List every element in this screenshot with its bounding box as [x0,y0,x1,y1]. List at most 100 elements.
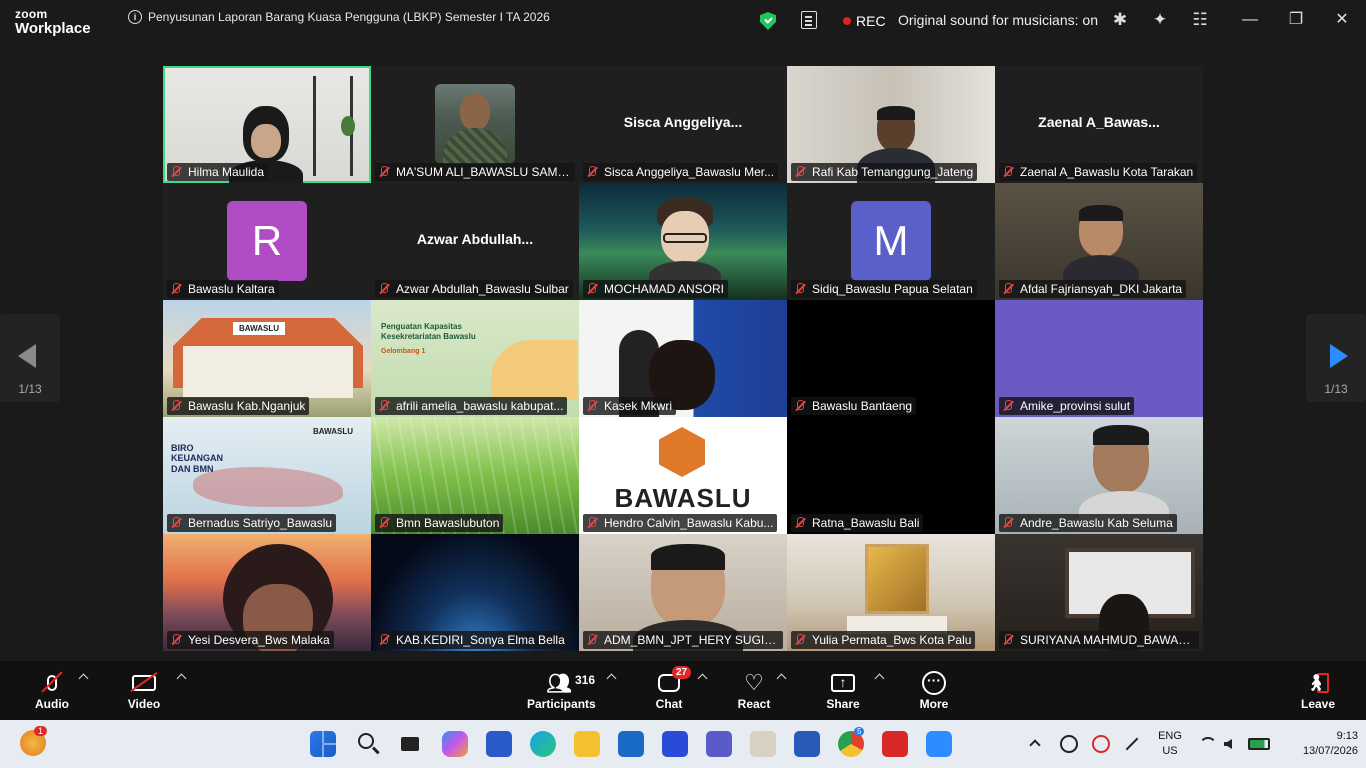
video-tile[interactable]: Amike_provinsi sulut [995,300,1203,417]
video-tile[interactable]: MA'SUM ALI_BAWASLU SAMP... [371,66,579,183]
previous-page-button[interactable]: 1/13 [0,314,60,402]
apps-grid-icon[interactable]: ☷ [1190,10,1210,30]
heart-icon: ♡ [744,670,764,695]
copilot-icon[interactable] [442,731,468,757]
chevron-up-icon[interactable] [1028,736,1044,762]
react-button[interactable]: ♡ React [736,669,772,711]
chevron-right-icon [1330,344,1348,368]
react-label: React [737,697,771,711]
video-tile[interactable]: ADM_BMN_JPT_HERY SUGIAR... [579,534,787,651]
battery-icon[interactable] [1248,738,1270,750]
video-tile[interactable]: Hilma Maulida [163,66,371,183]
video-tile[interactable]: BAWASLU Hendro Calvin_Bawaslu Kabu... [579,417,787,534]
share-button[interactable]: ↑ Share [826,669,860,711]
magic-wand-icon[interactable]: ✱ [1110,10,1130,30]
video-tile[interactable]: Andre_Bawaslu Kab Seluma [995,417,1203,534]
page-indicator-right: 1/13 [1324,382,1348,396]
video-tile[interactable]: Zaenal A_Bawas... Zaenal A_Bawaslu Kota … [995,66,1203,183]
pen-icon[interactable] [1122,735,1142,753]
word-icon[interactable] [794,731,820,757]
video-tile[interactable]: SURIYANA MAHMUD_BAWASL... [995,534,1203,651]
video-tile[interactable]: Yulia Permata_Bws Kota Palu [787,534,995,651]
participant-label: Bawaslu Kab.Nganjuk [167,397,310,415]
mic-muted-icon [1001,516,1015,530]
restore-icon[interactable]: ❐ [1286,10,1306,30]
captions-icon[interactable] [801,11,817,29]
chrome-icon[interactable]: 5 [838,727,865,757]
mic-muted-icon [1001,633,1015,647]
participant-label: Hendro Calvin_Bawaslu Kabu... [583,514,778,532]
search-icon[interactable] [355,731,381,757]
video-button[interactable]: Video [124,669,164,711]
minimize-icon[interactable]: — [1240,10,1260,30]
outlook-icon[interactable] [618,731,644,757]
video-options-chevron-icon[interactable] [176,673,187,684]
participant-label: Amike_provinsi sulut [999,397,1135,415]
video-tile[interactable]: Bawaslu Bantaeng [787,300,995,417]
participant-label: MA'SUM ALI_BAWASLU SAMP... [375,163,575,181]
building-sign: BAWASLU [233,322,285,335]
gallery-grid: Hilma Maulida MA'SUM ALI_BAWASLU SAMP...… [163,66,1203,651]
app-icon[interactable] [662,731,688,757]
clock[interactable]: 9:13 13/07/2026 [1298,730,1358,757]
video-tile[interactable]: M Sidiq_Bawaslu Papua Selatan [787,183,995,300]
more-icon: ··· [918,669,950,697]
participant-label: Bawaslu Bantaeng [791,397,917,415]
sparkle-icon[interactable]: ✦ [1150,10,1170,30]
audio-options-chevron-icon[interactable] [78,673,89,684]
video-tile[interactable]: Afdal Fajriansyah_DKI Jakarta [995,183,1203,300]
leave-button[interactable]: 🚶︎ Leave [1300,669,1336,711]
video-tile[interactable]: Sisca Anggeliya... Sisca Anggeliya_Bawas… [579,66,787,183]
video-tile[interactable]: Penguatan Kapasitas Kesekretariatan Bawa… [371,300,579,417]
participant-label: Bawaslu Kaltara [167,280,279,298]
participant-label: Kasek Mkwri [583,397,677,415]
file-explorer-icon[interactable] [574,731,600,757]
recording-indicator[interactable]: REC [843,13,886,29]
meeting-info[interactable]: i Penyusunan Laporan Barang Kuasa Penggu… [128,10,550,24]
video-tile[interactable]: BIRO KEUANGAN DAN BMN BAWASLU Bernadus S… [163,417,371,534]
participants-button[interactable]: 👥︎ 316 Participants [527,669,596,712]
video-tile[interactable]: R Bawaslu Kaltara [163,183,371,300]
info-icon[interactable]: i [128,10,142,24]
mic-muted-icon [1001,282,1015,296]
video-tile[interactable]: Rafi Kab Temanggung_Jateng [787,66,995,183]
video-tile[interactable]: BAWASLU Bawaslu Kab.Nganjuk [163,300,371,417]
participant-label: KAB.KEDIRI_Sonya Elma Bella [375,631,569,649]
video-tile[interactable]: Kasek Mkwri [579,300,787,417]
video-tile[interactable]: Yesi Desvera_Bws Malaka [163,534,371,651]
react-options-chevron-icon[interactable] [776,673,787,684]
mic-muted-icon [585,516,599,530]
zoom-icon[interactable] [926,731,952,757]
chat-options-chevron-icon[interactable] [697,673,708,684]
acrobat-icon[interactable] [882,731,908,757]
app-icon-2[interactable] [750,731,776,757]
update-icon[interactable] [1092,735,1110,753]
mic-muted-icon [377,165,391,179]
video-tile[interactable]: Ratna_Bawaslu Bali [787,417,995,534]
teams-icon[interactable] [706,731,732,757]
zoom-logo: zoom Workplace [15,8,91,36]
video-tile[interactable]: Azwar Abdullah... Azwar Abdullah_Bawaslu… [371,183,579,300]
store-icon[interactable] [486,731,512,757]
close-icon[interactable]: ✕ [1332,10,1352,30]
audio-button[interactable]: Audio [32,669,72,711]
shield-icon[interactable] [760,12,776,30]
chat-button[interactable]: 27 Chat [652,666,692,711]
video-tile[interactable]: Bmn Bawaslubuton [371,417,579,534]
language-indicator[interactable]: ENG US [1154,730,1186,757]
participants-options-chevron-icon[interactable] [606,673,617,684]
task-view-icon[interactable] [398,731,424,757]
volume-icon[interactable] [1222,735,1242,753]
share-options-chevron-icon[interactable] [874,673,885,684]
more-button[interactable]: ··· More [918,669,950,711]
more-label: More [919,697,949,711]
edge-icon[interactable] [530,731,556,757]
start-icon[interactable] [310,731,336,757]
video-tile[interactable]: KAB.KEDIRI_Sonya Elma Bella [371,534,579,651]
video-tile[interactable]: MOCHAMAD ANSORI [579,183,787,300]
original-sound-status[interactable]: Original sound for musicians: on [898,12,1098,28]
weather-widget-icon[interactable]: 1 [20,726,48,756]
next-page-button[interactable]: 1/13 [1306,314,1366,402]
cloud-sync-icon[interactable] [1060,735,1078,753]
wifi-icon[interactable] [1198,735,1218,753]
